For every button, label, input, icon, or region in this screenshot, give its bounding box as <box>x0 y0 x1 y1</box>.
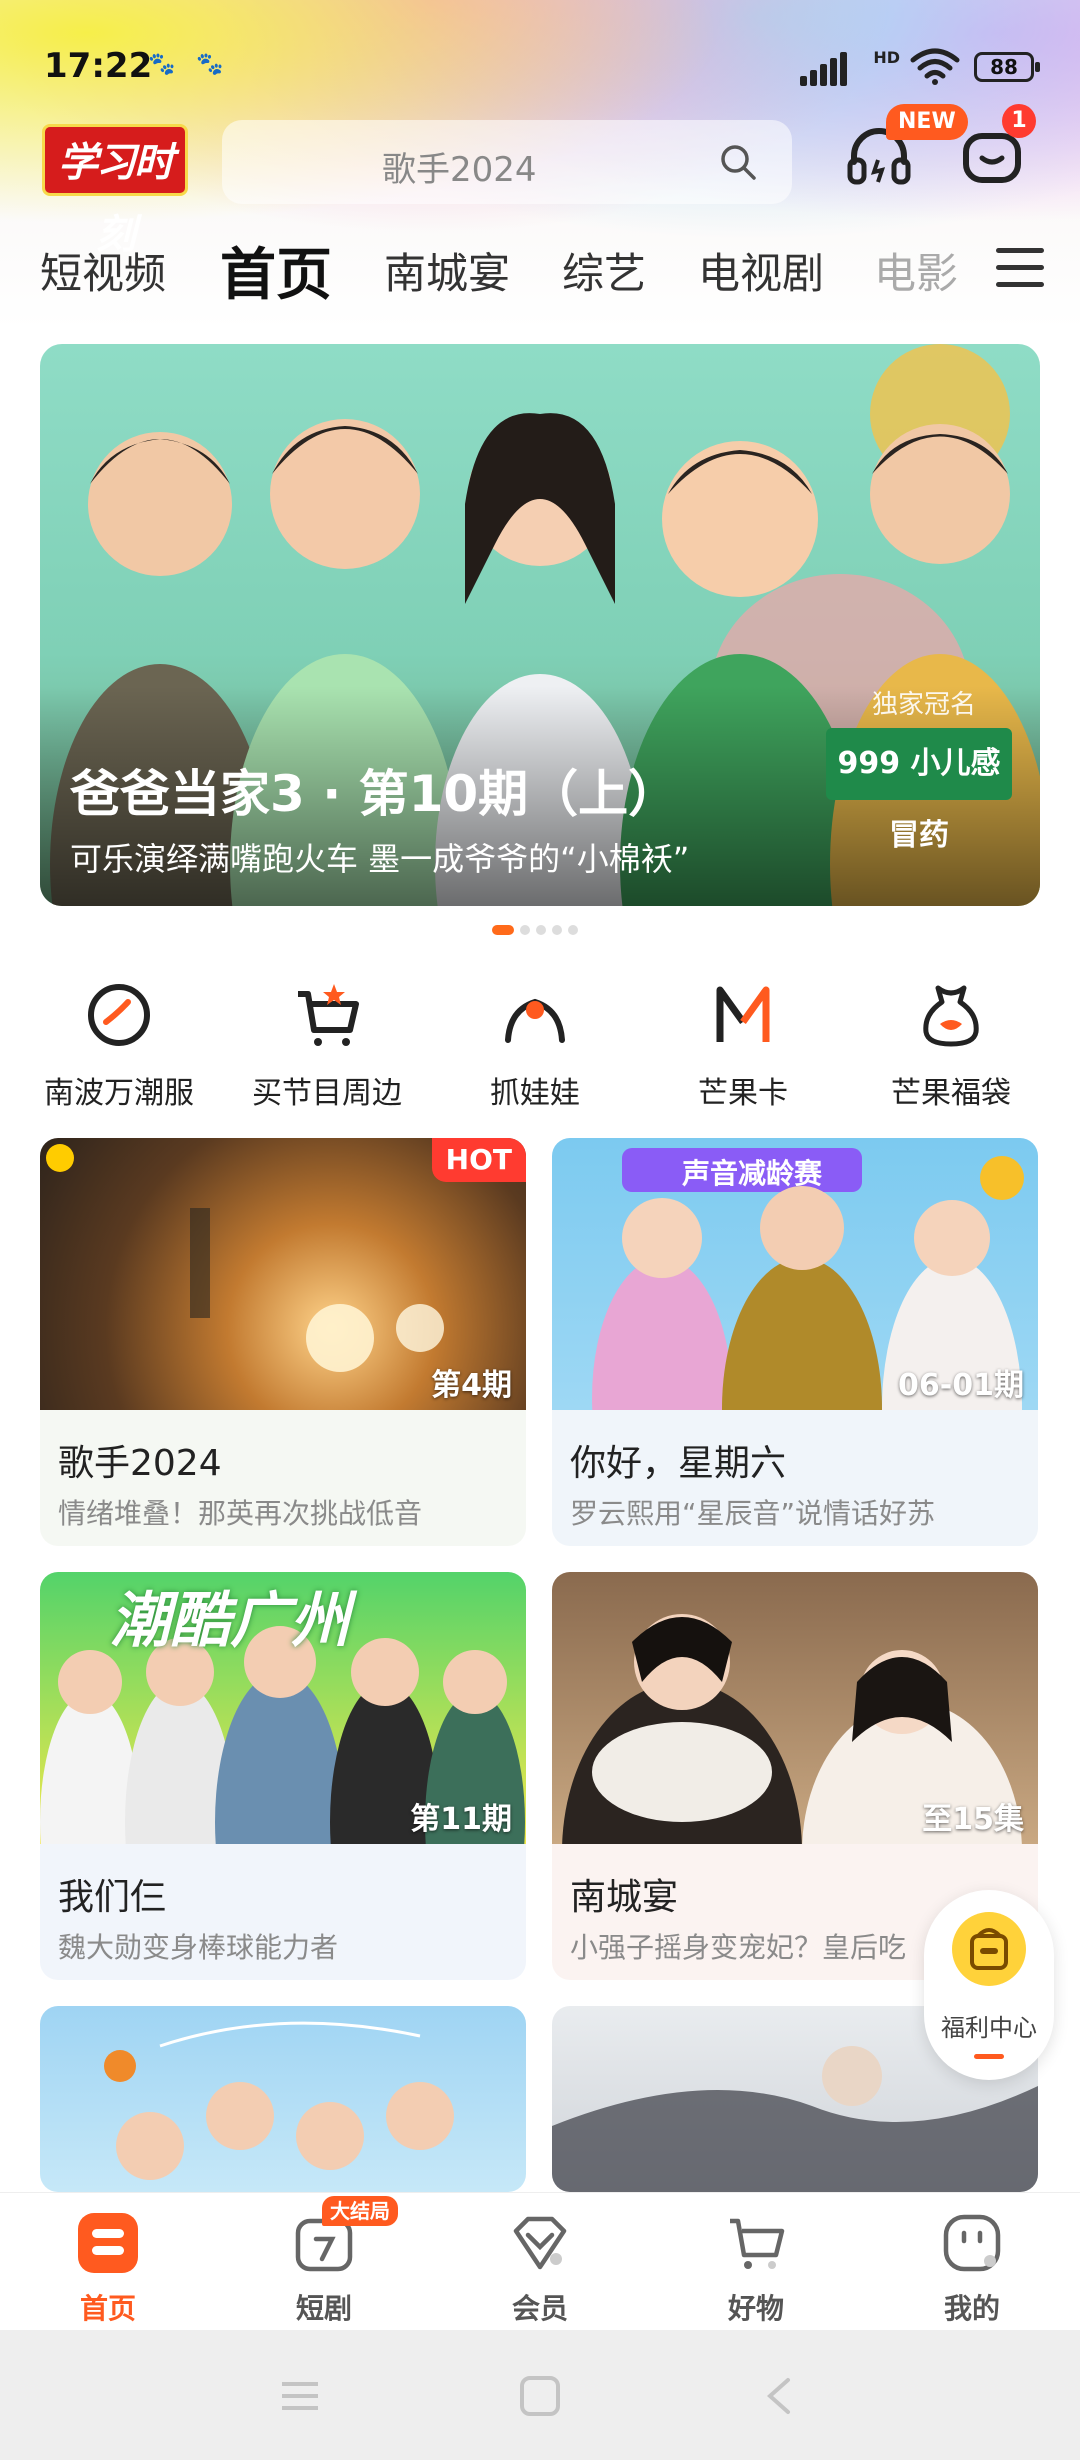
episode-label: 06-01期 <box>898 1368 1024 1403</box>
nav-label: 短剧 <box>295 2292 352 2325</box>
quick-link-label: 南波万潮服 <box>44 1076 194 1111</box>
tab-movie[interactable]: 电影 <box>874 240 958 301</box>
back-nav-icon[interactable] <box>758 2376 802 2416</box>
banner-pagination <box>492 920 584 935</box>
tab-variety[interactable]: 综艺 <box>562 240 646 301</box>
nav-label: 好物 <box>727 2292 784 2325</box>
welfare-center-button[interactable]: 福利中心 <box>924 1890 1054 2080</box>
quick-link-mango-card[interactable]: 芒果卡 <box>638 980 848 1112</box>
nav-home[interactable]: 首页 <box>0 2211 216 2327</box>
search-icon[interactable] <box>718 142 758 182</box>
welfare-label: 福利中心 <box>941 2014 1037 2042</box>
hd-indicator: HD <box>873 48 900 67</box>
finale-badge: 大结局 <box>322 2196 398 2226</box>
video-card[interactable] <box>40 2006 526 2192</box>
nav-short-drama[interactable]: 短剧 <box>216 2211 432 2327</box>
video-thumbnail: 潮酷广州 第11期 <box>40 1572 526 1844</box>
tab-home[interactable]: 首页 <box>220 230 332 311</box>
battery-icon: 88 <box>974 52 1040 82</box>
welfare-indicator <box>974 2054 1004 2059</box>
wifi-icon <box>910 48 960 85</box>
quick-link-label: 买节目周边 <box>252 1076 402 1111</box>
circle-swoosh-icon <box>88 984 150 1046</box>
nav-profile[interactable]: 我的 <box>864 2211 1080 2327</box>
signal-icon <box>800 50 850 86</box>
video-card[interactable]: 声音减龄赛 06-01期 你好，星期六 罗云熙用“星辰音”说情话好苏 <box>552 1138 1038 1546</box>
nav-vip[interactable]: 会员 <box>432 2211 648 2327</box>
home-nav-icon[interactable] <box>518 2376 562 2416</box>
quick-link-label: 芒果卡 <box>698 1076 788 1111</box>
card-title: 你好，星期六 <box>570 1443 787 1484</box>
search-bar[interactable]: 歌手2024 <box>222 120 792 204</box>
quick-link-nanbowan[interactable]: 南波万潮服 <box>14 980 224 1112</box>
quick-link-merch[interactable]: 买节目周边 <box>222 980 432 1112</box>
search-placeholder: 歌手2024 <box>382 150 537 190</box>
claw-icon <box>505 998 565 1043</box>
tab-short-video[interactable]: 短视频 <box>40 240 166 301</box>
status-bar: 17:22 🐾 🐾 HD 88 <box>0 30 1080 110</box>
menu-nav-icon[interactable] <box>278 2376 322 2416</box>
gift-box-icon <box>952 1912 1026 1986</box>
card-subtitle: 魏大勋变身棒球能力者 <box>58 1931 339 1964</box>
cart-icon <box>730 2218 785 2269</box>
card-title: 南城宴 <box>570 1877 679 1918</box>
banner-subtitle: 可乐演绎满嘴跑火车 墨一成爷爷的“小棉袄” <box>70 840 690 878</box>
card-title: 我们仨 <box>58 1877 167 1918</box>
episode-label: 至15集 <box>922 1802 1024 1837</box>
quick-link-label: 芒果福袋 <box>891 1076 1011 1111</box>
diamond-icon <box>513 2216 567 2270</box>
sponsor-badge: 999 小儿感冒药 <box>826 728 1012 853</box>
m-card-icon <box>716 986 770 1042</box>
card-subtitle: 小强子摇身变宠妃？皇后吃 <box>570 1931 907 1964</box>
sponsor-label: 独家冠名 <box>871 690 976 720</box>
nav-label: 我的 <box>943 2292 1000 2325</box>
page-dot <box>536 925 546 935</box>
quick-links: 南波万潮服 买节目周边 抓娃娃 芒果卡 芒果福袋 <box>0 980 1080 1120</box>
page-dot <box>552 925 562 935</box>
card-subtitle: 情绪堆叠！那英再次挑战低音 <box>58 1497 423 1530</box>
card-title: 歌手2024 <box>58 1443 222 1484</box>
quick-link-label: 抓娃娃 <box>490 1076 580 1111</box>
new-badge: NEW <box>886 104 968 140</box>
message-count-badge: 1 <box>1002 104 1036 138</box>
episode-label: 第4期 <box>431 1368 512 1403</box>
channel-tabs: 短视频 首页 南城宴 综艺 电视剧 电影 <box>0 228 1080 318</box>
nav-goods[interactable]: 好物 <box>648 2211 864 2327</box>
quick-link-claw[interactable]: 抓娃娃 <box>430 980 640 1112</box>
hero-banner[interactable]: 独家冠名 999 小儿感冒药 爸爸当家3 · 第10期（上） 可乐演绎满嘴跑火车… <box>40 344 1040 906</box>
video-card[interactable]: 潮酷广州 第11期 我们仨 魏大勋变身棒球能力者 <box>40 1572 526 1980</box>
menu-icon[interactable] <box>996 248 1044 292</box>
cart-star-icon <box>298 984 359 1046</box>
page-dot <box>492 925 514 935</box>
tab-tv-series[interactable]: 电视剧 <box>698 240 824 301</box>
nav-label: 会员 <box>511 2292 568 2325</box>
page-dot <box>520 925 530 935</box>
notification-icon: 🐾 <box>148 52 176 77</box>
nav-label: 首页 <box>79 2292 136 2325</box>
card-subtitle: 罗云熙用“星辰音”说情话好苏 <box>570 1497 936 1530</box>
lucky-bag-icon <box>923 985 979 1047</box>
video-thumbnail: 声音减龄赛 06-01期 <box>552 1138 1038 1410</box>
quick-link-lucky-bag[interactable]: 芒果福袋 <box>846 980 1056 1112</box>
smile-face-icon <box>943 2214 1001 2272</box>
app-logo[interactable]: 学习时刻 <box>42 124 188 258</box>
status-time: 17:22 <box>44 46 153 86</box>
system-nav-bar <box>0 2330 1080 2460</box>
home-icon <box>78 2213 138 2273</box>
video-card[interactable]: HOT 第4期 歌手2024 情绪堆叠！那英再次挑战低音 <box>40 1138 526 1546</box>
tab-nanchengyan[interactable]: 南城宴 <box>384 240 510 301</box>
hot-badge: HOT <box>431 1138 526 1182</box>
notification-icon-2: 🐾 <box>196 52 224 77</box>
thumbnail-caption: 潮酷广州 <box>110 1586 350 1656</box>
page-dot <box>568 925 578 935</box>
video-thumbnail <box>104 2021 454 2180</box>
episode-label: 第11期 <box>410 1802 512 1837</box>
video-thumbnail: HOT 第4期 <box>40 1138 526 1410</box>
thumbnail-caption: 声音减龄赛 <box>682 1157 823 1190</box>
banner-title: 爸爸当家3 · 第10期（上） <box>70 765 679 823</box>
video-thumbnail: 至15集 <box>552 1572 1038 1844</box>
bottom-nav: 首页 短剧 会员 好物 我的 <box>0 2192 1080 2330</box>
